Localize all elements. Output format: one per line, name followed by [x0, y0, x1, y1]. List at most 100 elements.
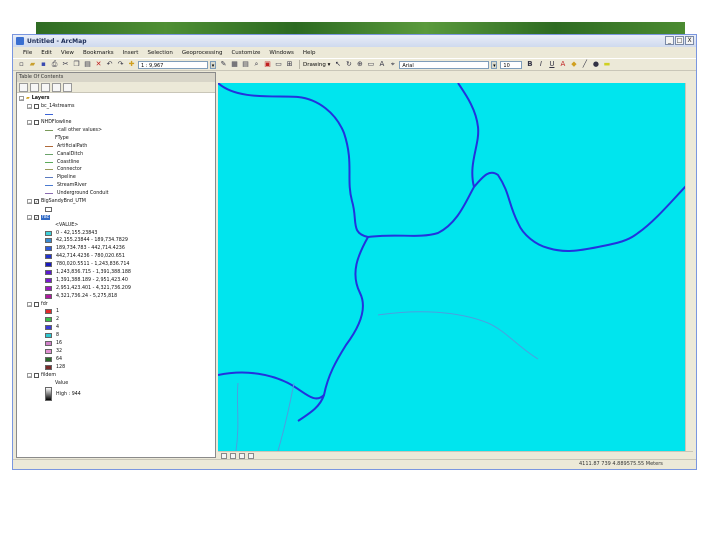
- menu-view[interactable]: View: [61, 50, 74, 56]
- minimize-button[interactable]: _: [665, 36, 674, 45]
- collapse-icon[interactable]: −: [27, 214, 32, 221]
- table-of-contents-icon[interactable]: ▦: [230, 60, 239, 69]
- line-color-icon[interactable]: ╱: [580, 60, 589, 69]
- map-scale-field[interactable]: 1 : 9,967: [138, 60, 208, 69]
- menu-edit[interactable]: Edit: [41, 50, 52, 56]
- layer-visibility-checkbox[interactable]: [34, 104, 39, 110]
- layer-visibility-checkbox[interactable]: [34, 372, 39, 378]
- delete-icon[interactable]: ✕: [94, 60, 103, 69]
- cut-icon[interactable]: ✂: [61, 60, 70, 69]
- window-title: Untitled - ArcMap: [27, 37, 87, 45]
- edit-vertices-icon[interactable]: ⌖: [388, 60, 397, 69]
- menu-bookmarks[interactable]: Bookmarks: [83, 50, 114, 56]
- arctoolbox-icon[interactable]: ▣: [263, 60, 272, 69]
- editor-toolbar-icon[interactable]: ✎: [219, 60, 228, 69]
- toc-root[interactable]: − ▰ Layers: [17, 95, 215, 103]
- menu-windows[interactable]: Windows: [269, 50, 294, 56]
- toc-layer[interactable]: − ✓ fac: [17, 213, 215, 221]
- layer-visibility-checkbox[interactable]: ✓: [34, 199, 39, 205]
- layer-visibility-checkbox[interactable]: ✓: [34, 214, 39, 220]
- new-document-icon[interactable]: ▫: [17, 60, 26, 69]
- menu-customize[interactable]: Customize: [231, 50, 260, 56]
- rotate-icon[interactable]: ↻: [344, 60, 353, 69]
- collapse-icon[interactable]: −: [19, 96, 24, 102]
- text-tool-icon[interactable]: A: [377, 60, 386, 69]
- color-swatch: [45, 206, 52, 212]
- collapse-icon[interactable]: −: [27, 372, 32, 379]
- search-icon[interactable]: ⌕: [252, 60, 261, 69]
- collapse-icon[interactable]: −: [27, 104, 32, 110]
- toc-layer[interactable]: − fildem: [17, 371, 215, 379]
- toc-label: 189,734.783 - 442,714.4236: [56, 246, 125, 252]
- layer-visibility-checkbox[interactable]: [34, 120, 39, 126]
- shadow-color-icon[interactable]: ▬: [602, 60, 611, 69]
- menu-geoprocessing[interactable]: Geoprocessing: [182, 50, 223, 56]
- menu-insert[interactable]: Insert: [123, 50, 139, 56]
- font-size-field[interactable]: 10: [500, 60, 523, 69]
- color-swatch: [45, 285, 52, 291]
- redo-icon[interactable]: ↷: [116, 60, 125, 69]
- drawing-menu[interactable]: Drawing ▾: [303, 62, 330, 68]
- add-data-icon[interactable]: ✚: [127, 60, 136, 69]
- undo-icon[interactable]: ↶: [105, 60, 114, 69]
- minor-stream: [235, 382, 239, 451]
- menu-selection[interactable]: Selection: [147, 50, 172, 56]
- italic-icon[interactable]: I: [536, 60, 545, 69]
- map-vertical-scrollbar[interactable]: [685, 83, 693, 451]
- collapse-icon[interactable]: −: [27, 199, 32, 205]
- close-button[interactable]: X: [685, 36, 694, 45]
- font-color-icon[interactable]: A: [558, 60, 567, 69]
- collapse-icon[interactable]: −: [27, 120, 32, 126]
- bold-icon[interactable]: B: [525, 60, 534, 69]
- maximize-button[interactable]: □: [675, 36, 684, 45]
- open-folder-icon[interactable]: ▰: [28, 60, 37, 69]
- python-icon[interactable]: ▭: [274, 60, 283, 69]
- toc-layer[interactable]: − bc_14streams: [17, 103, 215, 111]
- map-view[interactable]: [218, 83, 693, 451]
- toc-layer[interactable]: − NHDFlowline: [17, 119, 215, 127]
- marker-color-icon[interactable]: ●: [591, 60, 600, 69]
- color-swatch: [45, 238, 52, 244]
- select-elements-icon[interactable]: ↖: [333, 60, 342, 69]
- toc-layer[interactable]: − fdr: [17, 300, 215, 308]
- collapse-icon[interactable]: −: [27, 301, 32, 308]
- catalog-icon[interactable]: ▤: [241, 60, 250, 69]
- layer-visibility-checkbox[interactable]: [34, 301, 39, 307]
- layers-icon: ▰: [26, 96, 30, 102]
- underline-icon[interactable]: U: [547, 60, 556, 69]
- toc-label: 32: [56, 348, 63, 354]
- list-by-selection-icon[interactable]: [52, 82, 61, 92]
- menu-help[interactable]: Help: [303, 50, 316, 56]
- menu-file[interactable]: File: [23, 50, 32, 56]
- legend-item: [17, 111, 215, 119]
- font-dropdown-icon[interactable]: ▾: [491, 60, 498, 69]
- layers-label: Layers: [31, 96, 50, 102]
- line-symbol: [45, 169, 53, 171]
- scale-dropdown-icon[interactable]: ▾: [210, 60, 216, 69]
- toc-list: − ▰ Layers − bc_14streams − NHDFlowline <all…: [17, 93, 215, 402]
- list-by-source-icon[interactable]: [30, 82, 39, 92]
- toc-label: Coastline: [57, 159, 80, 165]
- toc-label: 4: [56, 325, 60, 331]
- toc-label: ArtificialPath: [57, 143, 88, 149]
- list-by-visibility-icon[interactable]: [41, 82, 50, 92]
- toc-options-icon[interactable]: [63, 82, 72, 92]
- banner-strip: [36, 22, 685, 34]
- rectangle-icon[interactable]: ▭: [366, 60, 375, 69]
- toc-label: FType: [55, 135, 69, 141]
- menu-bar: File Edit View Bookmarks Insert Selectio…: [13, 47, 696, 58]
- save-icon[interactable]: ▪: [39, 60, 48, 69]
- list-by-drawing-order-icon[interactable]: [19, 82, 28, 92]
- color-swatch: [45, 341, 52, 347]
- paste-icon[interactable]: ▤: [83, 60, 92, 69]
- fill-color-icon[interactable]: ◆: [569, 60, 578, 69]
- toc-label: 42,155.23844 - 189,734.7829: [56, 238, 128, 244]
- font-name-field[interactable]: Arial: [399, 60, 490, 69]
- model-builder-icon[interactable]: ⊞: [285, 60, 294, 69]
- legend-item: 8: [17, 332, 215, 340]
- toc-label: Underground Conduit: [57, 191, 109, 197]
- copy-icon[interactable]: ❐: [72, 60, 81, 69]
- toc-layer[interactable]: − ✓ BigSandyBnd_UTM: [17, 198, 215, 206]
- print-icon[interactable]: ⎙: [50, 60, 59, 69]
- zoom-whole-page-icon[interactable]: ⊕: [355, 60, 364, 69]
